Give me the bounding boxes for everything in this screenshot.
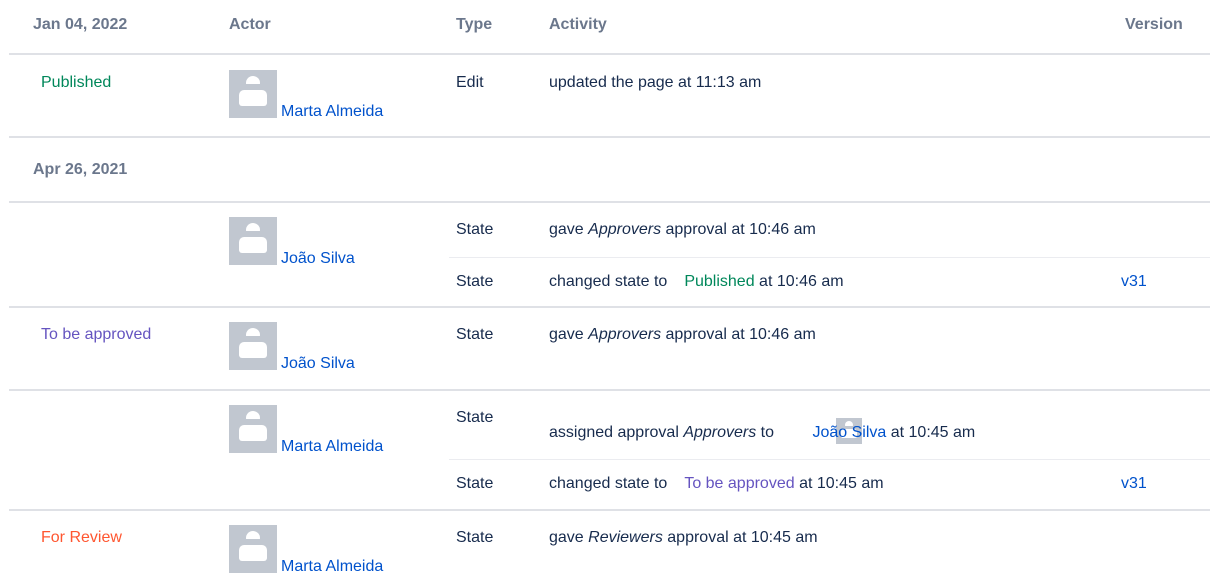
type-cell: State [456, 221, 494, 238]
divider [9, 509, 1210, 511]
activity-cell: gave Reviewers approval at 10:45 am [549, 529, 818, 546]
divider [9, 136, 1210, 138]
activity-cell: gave Approvers approval at 10:46 am [549, 221, 816, 238]
type-cell: State [456, 475, 494, 492]
actor-link[interactable]: João Silva [281, 355, 355, 373]
avatar-icon[interactable] [229, 405, 277, 453]
date-group-label: Apr 26, 2021 [33, 161, 128, 178]
type-cell: State [456, 409, 494, 426]
type-cell: Edit [456, 74, 484, 91]
version-link[interactable]: v31 [1121, 475, 1147, 493]
column-header-type: Type [456, 16, 493, 33]
divider [9, 389, 1210, 391]
actor-link[interactable]: Marta Almeida [281, 438, 383, 456]
avatar-icon[interactable] [229, 525, 277, 573]
avatar-icon[interactable] [229, 322, 277, 370]
activity-cell: changed state to To be approved at 10:45 … [549, 475, 884, 492]
column-header-activity: Activity [549, 16, 607, 33]
activity-cell: gave Approvers approval at 10:46 am [549, 326, 816, 343]
activity-cell: changed state to Published at 10:46 am [549, 273, 844, 290]
status-badge: Published [41, 74, 112, 91]
version-link[interactable]: v31 [1121, 273, 1147, 291]
column-header-actor: Actor [229, 16, 271, 33]
status-badge: To be approved [41, 326, 152, 343]
actor-link[interactable]: Marta Almeida [281, 558, 383, 576]
column-header-version: Version [1125, 16, 1183, 33]
user-link[interactable]: João Silva [812, 424, 886, 441]
divider [449, 257, 1210, 258]
status-badge: For Review [41, 529, 122, 546]
status-badge: To be approved [684, 475, 795, 492]
divider [9, 53, 1210, 55]
type-cell: State [456, 529, 494, 546]
avatar-icon[interactable] [229, 217, 277, 265]
status-badge: Published [684, 273, 755, 290]
activity-cell: assigned approval Approvers to João Silv… [549, 424, 976, 441]
type-cell: State [456, 273, 494, 290]
actor-link[interactable]: João Silva [281, 250, 355, 268]
date-group-label: Jan 04, 2022 [33, 16, 128, 33]
divider [9, 306, 1210, 308]
type-cell: State [456, 326, 494, 343]
avatar-icon[interactable] [229, 70, 277, 118]
activity-cell: updated the page at 11:13 am [549, 74, 762, 91]
divider [449, 459, 1210, 460]
actor-link[interactable]: Marta Almeida [281, 103, 383, 121]
divider [9, 201, 1210, 203]
